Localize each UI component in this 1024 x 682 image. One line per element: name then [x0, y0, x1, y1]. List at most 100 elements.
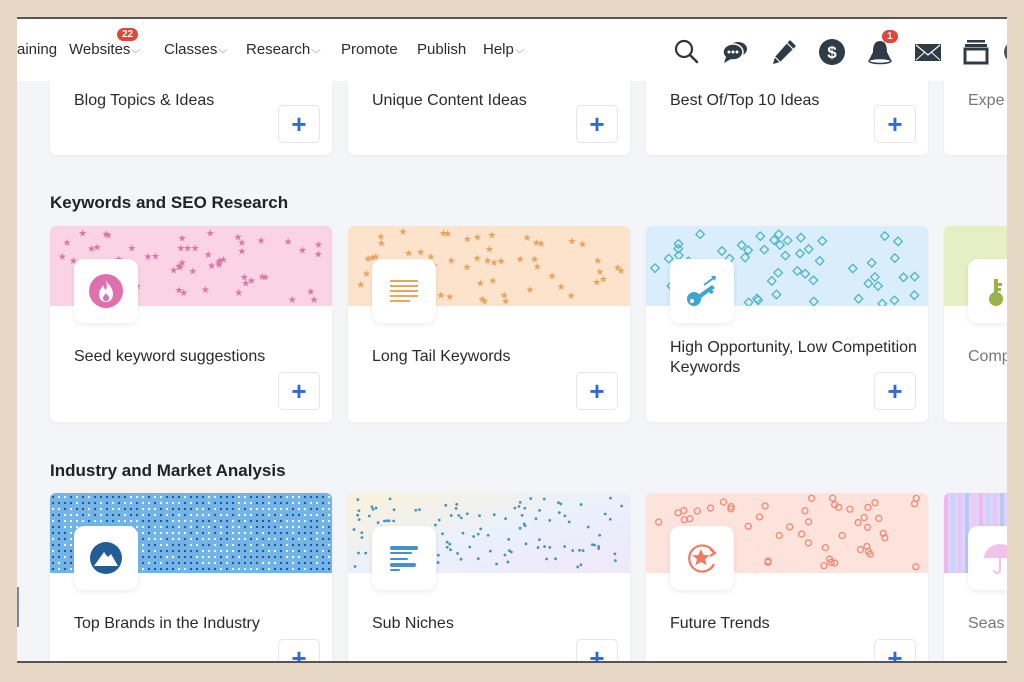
idea-card[interactable]: Future Trends +	[646, 493, 928, 661]
banner-pattern-mark	[165, 537, 169, 541]
banner-pattern-mark	[69, 555, 73, 559]
banner-pattern-mark	[159, 501, 163, 505]
banner-pattern-mark	[225, 567, 229, 571]
banner-pattern-mark	[374, 506, 378, 510]
banner-pattern-mark	[219, 555, 223, 559]
banner-pattern-mark	[951, 493, 955, 573]
banner-pattern-mark	[57, 519, 61, 523]
banner-pattern-mark	[51, 549, 55, 553]
banner-pattern-mark	[207, 531, 211, 535]
idea-card[interactable]: Blog Topics & Ideas +	[50, 75, 332, 155]
banner-pattern-mark: ★	[377, 238, 386, 249]
banner-pattern-mark	[207, 567, 211, 571]
banner-pattern-mark	[503, 553, 507, 557]
banner-pattern-mark	[261, 567, 265, 571]
nav-item-research[interactable]: Research⌵	[246, 41, 321, 58]
banner-pattern-mark	[315, 567, 319, 571]
banner-pattern-mark	[51, 531, 55, 535]
idea-card[interactable]: Seas	[944, 493, 1007, 661]
idea-card[interactable]: Unique Content Ideas +	[348, 75, 630, 155]
banner-pattern-mark	[87, 507, 91, 511]
banner-pattern-mark	[63, 513, 67, 517]
banner-pattern-mark	[255, 567, 259, 571]
scrollbar-handle[interactable]	[17, 587, 19, 627]
banner-pattern-mark	[159, 537, 163, 541]
banner-pattern-mark	[309, 519, 313, 523]
banner-pattern-mark	[285, 537, 289, 541]
banner-pattern-mark	[297, 519, 301, 523]
banner-pattern-mark	[159, 543, 163, 547]
banner-pattern-mark	[309, 495, 313, 499]
banner-pattern-mark: ★	[237, 247, 246, 258]
mail-icon[interactable]	[913, 37, 943, 67]
idea-card[interactable]: Sub Niches +	[348, 493, 630, 661]
idea-card[interactable]: Expe	[944, 75, 1007, 155]
banner-pattern-mark	[189, 531, 193, 535]
banner-pattern-mark	[111, 495, 115, 499]
banner-pattern-mark	[237, 531, 241, 535]
banner-pattern-mark	[69, 543, 73, 547]
banner-pattern-mark	[291, 561, 295, 565]
idea-card[interactable]: ★ ★ ★ ★ ★ ★ ★ ★ ★ ★ ★ ★ ★ ★ ★ ★ ★ ★ ★ ★ ★ ★ ★ ★ ★ ★ ★ ★ ★ ★ ★ ★ ★ ★ ★ ★ ★ ★ ★ ★…	[348, 226, 630, 422]
nav-item-promote[interactable]: Promote	[341, 41, 398, 58]
chat-icon[interactable]	[720, 37, 750, 67]
banner-pattern-mark	[285, 543, 289, 547]
banner-pattern-mark	[183, 537, 187, 541]
banner-pattern-mark	[291, 507, 295, 511]
banner-pattern-mark	[360, 536, 364, 539]
idea-card[interactable]: Best Of/Top 10 Ideas +	[646, 75, 928, 155]
banner-pattern-mark	[189, 555, 193, 559]
nav-item-help[interactable]: Help⌵	[483, 41, 525, 58]
pencil-icon[interactable]	[769, 37, 799, 67]
banner-pattern-mark	[147, 495, 151, 499]
banner-pattern-mark	[177, 531, 181, 535]
banner-pattern-mark	[279, 507, 283, 511]
banner-pattern-mark	[303, 543, 307, 547]
avatar[interactable]	[1003, 37, 1007, 67]
banner-pattern-mark	[189, 501, 193, 505]
banner-pattern-mark	[364, 551, 368, 555]
banner-pattern-mark	[63, 543, 67, 547]
add-button[interactable]: +	[576, 105, 618, 143]
banner-pattern-mark	[267, 567, 271, 571]
banner-pattern-mark	[291, 537, 295, 541]
nav-item-training[interactable]: aining	[17, 41, 57, 58]
banner-pattern-mark	[327, 537, 331, 541]
nav-item-classes[interactable]: Classes⌵	[164, 41, 228, 58]
banner-pattern-mark	[315, 537, 319, 541]
archive-icon[interactable]	[961, 37, 991, 67]
banner-pattern-mark	[129, 495, 133, 499]
idea-card[interactable]: Top Brands in the Industry +	[50, 493, 332, 661]
nav-item-publish[interactable]: Publish	[417, 41, 466, 58]
banner-pattern-mark: ★	[284, 237, 293, 248]
add-button[interactable]: +	[576, 639, 618, 661]
banner-pattern-mark	[207, 525, 211, 529]
banner-pattern-mark	[492, 513, 496, 517]
banner-pattern-mark	[153, 543, 157, 547]
banner-pattern-mark	[189, 513, 193, 517]
nav-item-websites[interactable]: Websites⌵ 22	[69, 28, 141, 58]
banner-pattern-mark	[69, 519, 73, 523]
banner-pattern-mark	[321, 531, 325, 535]
add-button[interactable]: +	[874, 372, 916, 410]
section-title: Industry and Market Analysis	[50, 461, 286, 480]
add-button[interactable]: +	[278, 639, 320, 661]
add-button[interactable]: +	[874, 105, 916, 143]
add-button[interactable]: +	[278, 372, 320, 410]
idea-card[interactable]: High Opportunity, Low Competition Keywor…	[646, 226, 928, 422]
add-button[interactable]: +	[874, 639, 916, 661]
banner-pattern-mark	[243, 537, 247, 541]
nav-label: Help	[483, 41, 514, 58]
idea-card[interactable]: ★ ★ ★ ★ ★ ★ ★ ★ ★ ★ ★ ★ ★ ★ ★ ★ ★ ★ ★ ★ ★ ★ ★ ★ ★ ★ ★ ★ ★ ★ ★ ★ ★ ★ ★ ★ ★ ★ ★ ★…	[50, 226, 332, 422]
bell-icon[interactable]: 1	[865, 30, 898, 67]
banner-pattern-mark	[255, 531, 259, 535]
banner-pattern-mark	[201, 507, 205, 511]
banner-pattern-mark	[219, 513, 223, 517]
add-button[interactable]: +	[278, 105, 320, 143]
banner-pattern-mark	[285, 561, 289, 565]
dollar-icon[interactable]: $	[817, 37, 847, 67]
idea-card[interactable]: Comp	[944, 226, 1007, 422]
search-icon[interactable]	[671, 37, 701, 67]
banner-pattern-mark	[279, 561, 283, 565]
add-button[interactable]: +	[576, 372, 618, 410]
